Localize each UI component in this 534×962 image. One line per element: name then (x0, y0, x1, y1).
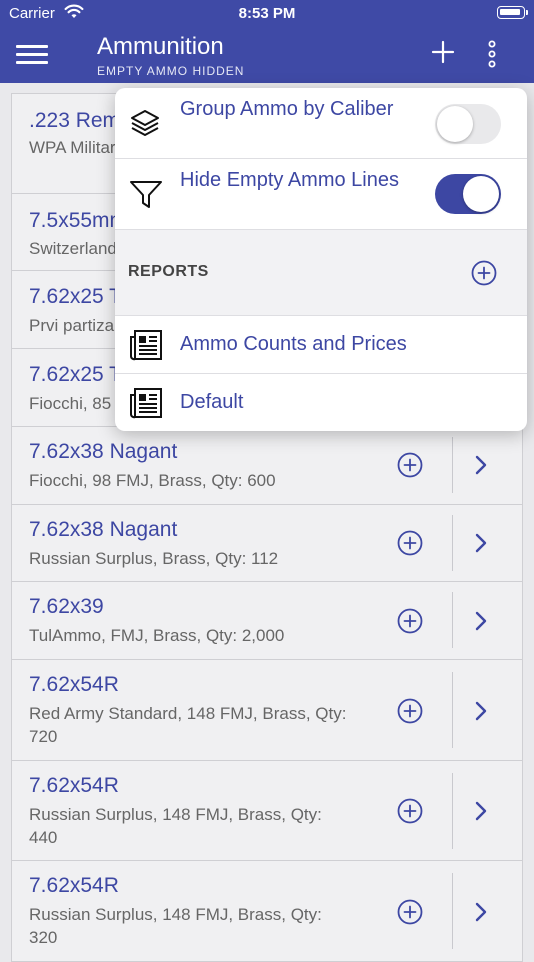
list-item[interactable]: 7.62x54R Russian Surplus, 148 FMJ, Brass… (11, 861, 523, 962)
caliber-label: 7.62x54R (29, 774, 119, 797)
caliber-label: 7.62x38 Nagant (29, 440, 178, 463)
chevron-right-icon[interactable] (474, 455, 488, 475)
nav-header: Carrier 8:53 PM Ammunition EMPTY AMMO HI… (0, 0, 534, 83)
filter-icon (130, 181, 162, 208)
list-item[interactable]: 7.62x38 Nagant Fiocchi, 98 FMJ, Brass, Q… (11, 427, 523, 505)
divider (452, 515, 453, 571)
page-title: Ammunition (97, 33, 224, 60)
list-item[interactable]: 7.62x54R Russian Surplus, 148 FMJ, Brass… (11, 761, 523, 861)
ammo-detail: Red Army Standard, 148 FMJ, Brass, Qty: … (29, 704, 347, 746)
more-options-icon[interactable] (480, 36, 504, 72)
caliber-label: 7.62x54R (29, 673, 119, 696)
report-icon (130, 388, 162, 419)
group-by-caliber-label: Group Ammo by Caliber (180, 98, 394, 120)
layers-icon (131, 110, 159, 136)
divider (452, 437, 453, 493)
caliber-label: 7.62x38 Nagant (29, 518, 178, 541)
report-icon (130, 330, 162, 361)
ammo-detail: Russian Surplus, 148 FMJ, Brass, Qty: 44… (29, 805, 322, 847)
chevron-right-icon[interactable] (474, 611, 488, 631)
clock: 8:53 PM (238, 5, 296, 22)
menu-item-hide-empty[interactable]: Hide Empty Ammo Lines (115, 159, 527, 230)
reports-header-label: REPORTS (128, 263, 209, 280)
ammo-detail: Russian Surplus, Brass, Qty: 112 (29, 549, 279, 568)
add-quantity-icon[interactable] (396, 898, 424, 926)
add-quantity-icon[interactable] (396, 697, 424, 725)
page-subtitle: EMPTY AMMO HIDDEN (97, 64, 245, 78)
report-item-ammo-counts[interactable]: Ammo Counts and Prices (115, 316, 527, 374)
chevron-right-icon[interactable] (474, 701, 488, 721)
report-item-default[interactable]: Default (115, 374, 527, 431)
hide-empty-toggle[interactable] (435, 174, 501, 214)
ammo-detail: Russian Surplus, 148 FMJ, Brass, Qty: 32… (29, 905, 322, 947)
add-quantity-icon[interactable] (396, 529, 424, 557)
ammo-detail: Fiocchi, 98 FMJ, Brass, Qty: 600 (29, 471, 276, 490)
caliber-label: 7.62x54R (29, 874, 119, 897)
hide-empty-label: Hide Empty Ammo Lines (180, 169, 399, 191)
hamburger-menu-icon[interactable] (16, 42, 48, 66)
add-quantity-icon[interactable] (396, 607, 424, 635)
report-label: Default (180, 391, 244, 413)
menu-item-group-by-caliber[interactable]: Group Ammo by Caliber (115, 88, 527, 159)
list-item[interactable]: 7.62x38 Nagant Russian Surplus, Brass, Q… (11, 505, 523, 582)
chevron-right-icon[interactable] (474, 902, 488, 922)
divider (452, 672, 453, 748)
toggle-knob (437, 106, 473, 142)
add-report-icon[interactable] (470, 259, 498, 287)
divider (452, 592, 453, 648)
report-label: Ammo Counts and Prices (180, 333, 407, 355)
add-quantity-icon[interactable] (396, 451, 424, 479)
caliber-label: 7.62x39 (29, 595, 104, 618)
divider (452, 873, 453, 949)
list-item[interactable]: 7.62x39 TulAmmo, FMJ, Brass, Qty: 2,000 (11, 582, 523, 660)
ammo-detail: TulAmmo, FMJ, Brass, Qty: 2,000 (29, 626, 285, 645)
add-quantity-icon[interactable] (396, 797, 424, 825)
chevron-right-icon[interactable] (474, 533, 488, 553)
add-icon[interactable] (429, 38, 457, 66)
battery-icon (497, 6, 528, 19)
chevron-right-icon[interactable] (474, 801, 488, 821)
group-by-caliber-toggle[interactable] (435, 104, 501, 144)
divider (452, 773, 453, 849)
status-bar: Carrier 8:53 PM (0, 0, 534, 28)
reports-section-header: REPORTS (115, 230, 527, 316)
toggle-knob (463, 176, 499, 212)
options-dropdown: Group Ammo by Caliber Hide Empty Ammo Li… (115, 88, 527, 431)
list-item[interactable]: 7.62x54R Red Army Standard, 148 FMJ, Bra… (11, 660, 523, 761)
